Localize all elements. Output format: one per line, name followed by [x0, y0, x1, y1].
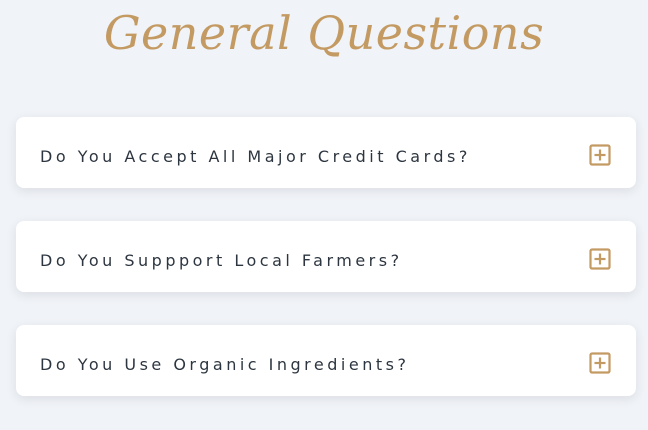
plus-square-icon[interactable] — [589, 144, 611, 166]
faq-item-credit-cards[interactable]: Do You Accept All Major Credit Cards? — [16, 117, 636, 188]
plus-square-icon[interactable] — [589, 352, 611, 374]
faq-item-local-farmers[interactable]: Do You Suppport Local Farmers? — [16, 221, 636, 292]
faq-question: Do You Suppport Local Farmers? — [40, 251, 403, 270]
faq-item-organic-ingredients[interactable]: Do You Use Organic Ingredients? — [16, 325, 636, 396]
plus-square-icon[interactable] — [589, 248, 611, 270]
section-heading: General Questions — [103, 6, 545, 60]
faq-question: Do You Use Organic Ingredients? — [40, 355, 410, 374]
faq-question: Do You Accept All Major Credit Cards? — [40, 147, 471, 166]
